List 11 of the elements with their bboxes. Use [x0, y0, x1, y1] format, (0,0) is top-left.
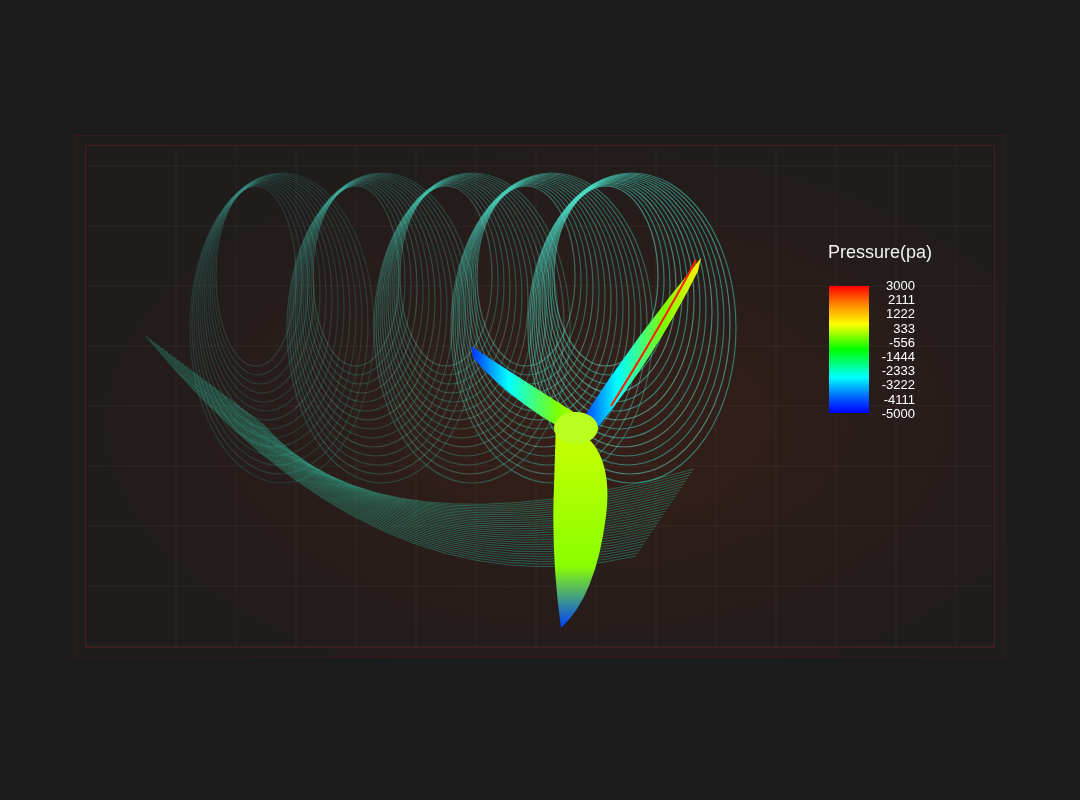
scale-label: 2111	[888, 293, 915, 308]
scale-label: 1222	[886, 307, 915, 322]
scale-label: 333	[893, 321, 915, 336]
legend-title: Pressure(pa)	[828, 242, 933, 263]
scale-label: -3222	[881, 378, 915, 393]
scale-label: -556	[888, 335, 915, 350]
scale-label: -1444	[881, 350, 915, 365]
scale-label: -2333	[881, 364, 915, 379]
scale-label: 3000	[886, 279, 915, 294]
scale-label: -4111	[883, 392, 915, 407]
scale-label: -5000	[881, 406, 915, 422]
